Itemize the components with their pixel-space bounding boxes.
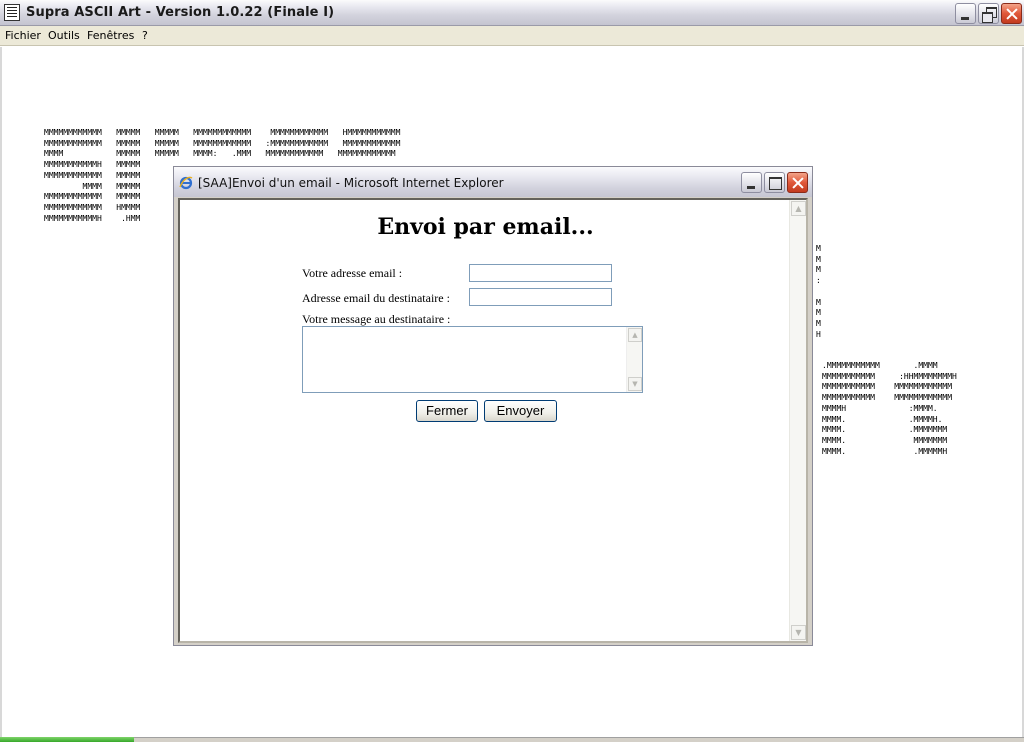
popup-page: Envoi par email... Votre adresse email :… xyxy=(178,198,808,643)
restore-button[interactable] xyxy=(978,3,999,24)
minimize-button[interactable] xyxy=(955,3,976,24)
popup-minimize-button[interactable] xyxy=(741,172,762,193)
popup-title: [SAA]Envoi d'un email - Microsoft Intern… xyxy=(198,176,504,190)
ascii-art-right: .MMMMMMMMMMM .MMMM MMMMMMMMMMM :HHMMMMMM… xyxy=(822,361,957,456)
page-scroll-up-icon[interactable]: ▲ xyxy=(791,201,806,216)
ascii-art-mid-right: M M M : M M M H xyxy=(816,244,821,339)
sender-email-input[interactable] xyxy=(469,264,612,282)
app-icon[interactable] xyxy=(4,4,20,21)
popup-maximize-button[interactable] xyxy=(764,172,785,193)
message-textarea[interactable] xyxy=(302,326,643,393)
taskbar-start-edge xyxy=(0,737,134,742)
main-titlebar[interactable]: Supra ASCII Art - Version 1.0.22 (Finale… xyxy=(0,0,1024,26)
message-label: Votre message au destinataire : xyxy=(302,312,451,326)
popup-close-button[interactable] xyxy=(787,172,808,193)
close-button[interactable] xyxy=(1001,3,1022,24)
sender-label: Votre adresse email : xyxy=(302,266,403,280)
menu-outils[interactable]: Outils xyxy=(48,29,80,42)
status-strip xyxy=(0,737,1024,742)
ie-icon xyxy=(179,176,193,190)
recipient-email-input[interactable] xyxy=(469,288,612,306)
page-scroll-down-icon[interactable]: ▼ xyxy=(791,625,806,640)
recipient-label: Adresse email du destinataire : xyxy=(302,291,450,305)
close-form-button[interactable]: Fermer xyxy=(416,400,478,422)
page-heading: Envoi par email... xyxy=(377,214,594,240)
page-scrollbar[interactable]: ▲ ▼ xyxy=(789,200,806,641)
menu-bar: Fichier Outils Fenêtres ? xyxy=(0,26,1024,46)
scroll-up-icon[interactable]: ▲ xyxy=(628,328,642,342)
email-popup-window[interactable]: [SAA]Envoi d'un email - Microsoft Intern… xyxy=(173,166,813,646)
message-scrollbar[interactable]: ▲ ▼ xyxy=(626,327,642,392)
scroll-down-icon[interactable]: ▼ xyxy=(628,377,642,391)
send-button[interactable]: Envoyer xyxy=(484,400,557,422)
popup-titlebar[interactable]: [SAA]Envoi d'un email - Microsoft Intern… xyxy=(174,167,812,197)
menu-fichier[interactable]: Fichier xyxy=(5,29,41,42)
menu-help[interactable]: ? xyxy=(142,29,148,42)
menu-fenetres[interactable]: Fenêtres xyxy=(87,29,134,42)
window-title: Supra ASCII Art - Version 1.0.22 (Finale… xyxy=(26,5,335,20)
